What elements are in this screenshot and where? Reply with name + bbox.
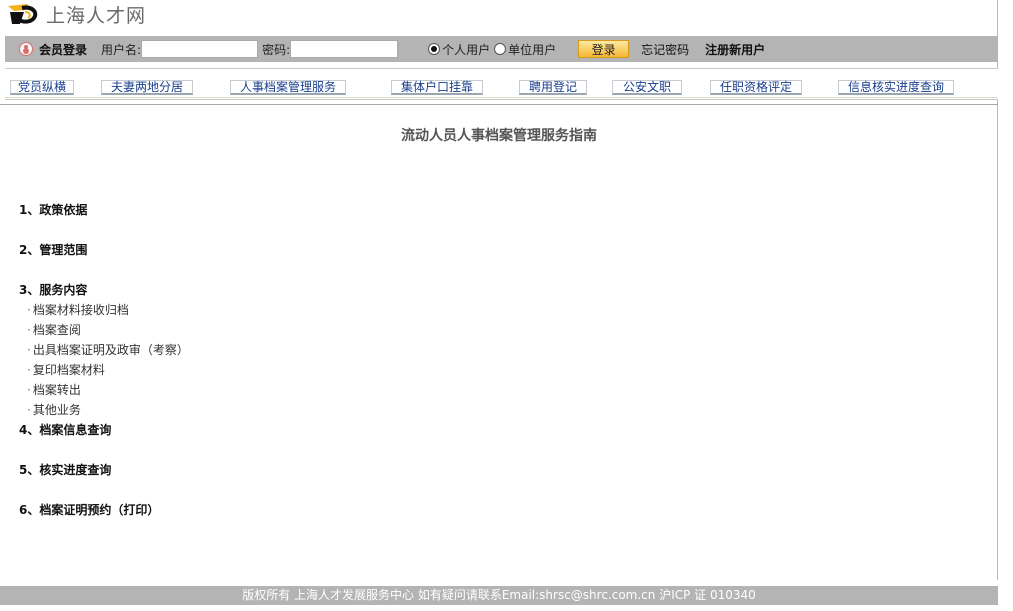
user-type-company[interactable]: 单位用户 <box>494 41 556 58</box>
user-type-personal[interactable]: 个人用户 <box>428 41 490 58</box>
nav-item-progress[interactable]: 信息核实进度查询 <box>838 80 954 95</box>
username-label: 用户名: <box>101 42 142 57</box>
login-bar: 会员登录 用户名: 密码: 个人用户 单位用户 登录 忘记密码 注册新用户 <box>5 36 998 62</box>
radio-company[interactable] <box>494 43 507 55</box>
section-certificate-booking[interactable]: 6、档案证明预约（打印） <box>19 501 159 518</box>
nav-item-party[interactable]: 党员纵横 <box>10 80 74 95</box>
register-link[interactable]: 注册新用户 <box>705 41 765 58</box>
password-input[interactable] <box>290 40 399 58</box>
nav-item-spouse[interactable]: 夫妻两地分居 <box>101 80 193 95</box>
service-item[interactable]: · 档案查阅 <box>27 321 81 338</box>
page-title: 流动人员人事档案管理服务指南 <box>401 128 597 144</box>
nav-item-qualification[interactable]: 任职资格评定 <box>710 80 802 95</box>
login-button[interactable]: 登录 <box>578 40 630 58</box>
service-item[interactable]: · 档案材料接收归档 <box>27 301 129 318</box>
nav-item-household[interactable]: 集体户口挂靠 <box>391 80 483 95</box>
service-item[interactable]: · 出具档案证明及政审（考察） <box>27 341 189 358</box>
page-frame: 上海人才网 会员登录 用户名: 密码: 个人用户 单位用户 登录 忘记密码 注册… <box>0 0 998 580</box>
section-info-query[interactable]: 4、档案信息查询 <box>19 421 111 438</box>
header-divider <box>0 104 998 105</box>
nav-item-employment[interactable]: 聘用登记 <box>519 80 587 95</box>
username-input[interactable] <box>141 40 259 58</box>
service-item[interactable]: · 复印档案材料 <box>27 361 105 378</box>
nav-item-police[interactable]: 公安文职 <box>612 80 682 95</box>
radio-personal[interactable] <box>428 43 441 55</box>
radio-company-label: 单位用户 <box>508 42 557 57</box>
radio-personal-label: 个人用户 <box>442 42 491 57</box>
nav-item-archives[interactable]: 人事档案管理服务 <box>230 80 346 95</box>
service-item[interactable]: · 档案转出 <box>27 381 81 398</box>
site-name: 上海人才网 <box>46 4 147 27</box>
service-item[interactable]: · 其他业务 <box>27 401 81 418</box>
logo-mark-icon <box>6 2 40 26</box>
password-label: 密码: <box>262 42 291 57</box>
nav-bar: 党员纵横 夫妻两地分居 人事档案管理服务 集体户口挂靠 聘用登记 公安文职 任职… <box>5 68 998 100</box>
forgot-password-link[interactable]: 忘记密码 <box>641 41 689 58</box>
footer: 版权所有 上海人才发展服务中心 如有疑问请联系Email:shrsc@shrc.… <box>0 586 998 605</box>
member-icon <box>19 42 33 56</box>
login-title: 会员登录 <box>39 42 88 57</box>
site-logo[interactable]: 上海人才网 <box>6 0 146 28</box>
section-services[interactable]: 3、服务内容 <box>19 281 87 298</box>
section-scope[interactable]: 2、管理范围 <box>19 241 87 258</box>
section-policy[interactable]: 1、政策依据 <box>19 201 87 218</box>
section-progress-query[interactable]: 5、核实进度查询 <box>19 461 111 478</box>
